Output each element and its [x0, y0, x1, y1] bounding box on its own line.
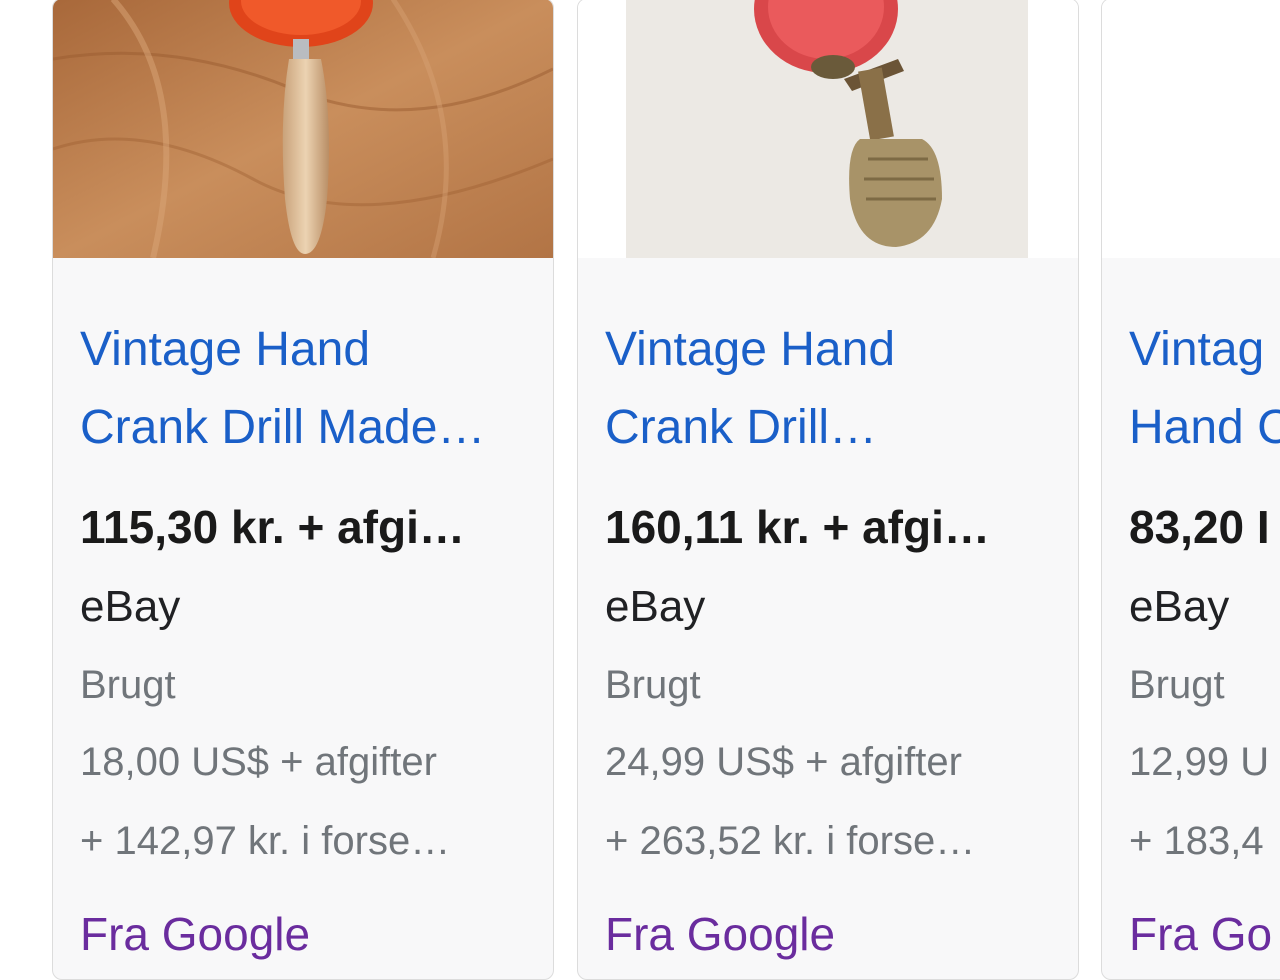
product-card[interactable]: Vintage Hand Crank Drill Made… 115,30 kr…: [52, 0, 554, 980]
source-link[interactable]: Fra Google: [80, 904, 310, 964]
product-title-line[interactable]: Crank Drill Made…: [80, 389, 485, 467]
source-link[interactable]: Fra Google: [605, 904, 835, 964]
product-condition: Brugt: [605, 663, 701, 707]
merchant-name: eBay: [80, 582, 181, 631]
product-condition: Brugt: [80, 663, 176, 707]
product-price: 83,20 I: [1129, 501, 1270, 553]
merchant-name: eBay: [605, 582, 706, 631]
source-link[interactable]: Fra Go: [1129, 904, 1272, 964]
product-price: 115,30 kr. + afgi…: [80, 501, 465, 553]
product-image-hand-drill-wood-background[interactable]: [53, 0, 553, 258]
product-title-line[interactable]: Vintage Hand: [80, 311, 485, 389]
product-title-line[interactable]: Vintag: [1129, 311, 1280, 389]
product-title-link[interactable]: Vintage Hand Crank Drill Made…: [80, 311, 485, 467]
product-title-line[interactable]: Vintage Hand: [605, 311, 895, 389]
merchant-name: eBay: [1129, 582, 1230, 631]
original-price: 18,00 US$ + afgifter: [80, 740, 437, 784]
shipping-cost: + 183,4: [1129, 819, 1264, 863]
product-card[interactable]: Vintage Hand Crank Drill… 160,11 kr. + a…: [577, 0, 1079, 980]
product-card[interactable]: Vintag Hand C 83,20 I eBay Brugt 12,99 U…: [1101, 0, 1280, 980]
shipping-cost: + 263,52 kr. i forse…: [605, 819, 976, 863]
product-image-hand-drill-white-background[interactable]: [578, 0, 1078, 258]
product-image[interactable]: [1102, 0, 1280, 258]
product-condition: Brugt: [1129, 663, 1225, 707]
product-title-link[interactable]: Vintage Hand Crank Drill…: [605, 311, 895, 467]
product-title-line[interactable]: Crank Drill…: [605, 389, 895, 467]
product-title-link[interactable]: Vintag Hand C: [1129, 311, 1280, 467]
shipping-cost: + 142,97 kr. i forse…: [80, 819, 451, 863]
original-price: 12,99 U: [1129, 740, 1270, 784]
product-price: 160,11 kr. + afgi…: [605, 501, 990, 553]
original-price: 24,99 US$ + afgifter: [605, 740, 962, 784]
product-title-line[interactable]: Hand C: [1129, 389, 1280, 467]
